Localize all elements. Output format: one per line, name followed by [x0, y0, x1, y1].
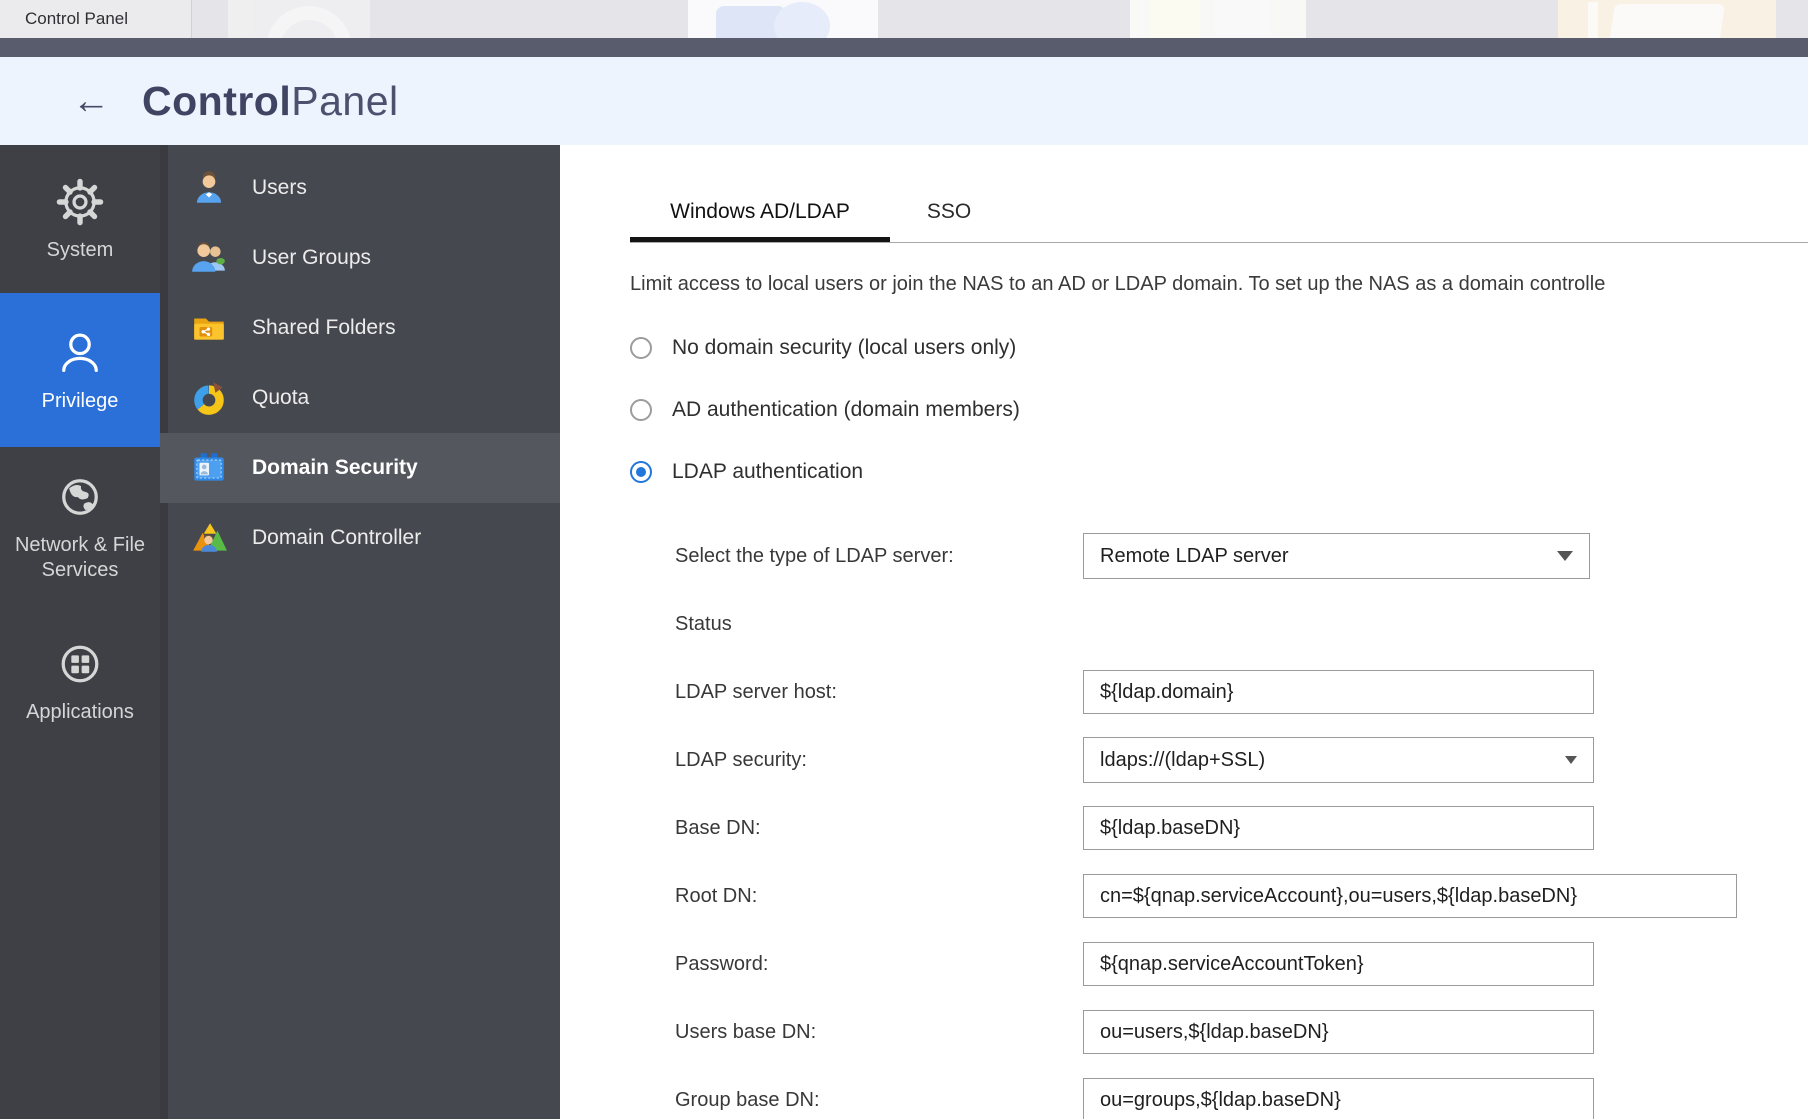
apps-circle-icon	[54, 638, 106, 690]
radio-ldap-authentication[interactable]: LDAP authentication	[630, 460, 1808, 484]
app-body: System Privilege	[0, 145, 1808, 1119]
quota-donut-icon	[190, 379, 228, 417]
domain-controller-icon	[190, 519, 228, 557]
form-row-ldap-host: LDAP server host:	[630, 658, 1808, 726]
radio-circle-icon[interactable]	[630, 337, 652, 359]
page-title: ControlPanel	[142, 78, 399, 125]
control-panel-window: Control Panel ← ControlPanel	[0, 0, 1808, 1119]
tab-windows-ad-ldap[interactable]: Windows AD/LDAP	[630, 186, 890, 242]
radio-circle-checked-icon[interactable]	[630, 461, 652, 483]
group-base-dn-input[interactable]	[1083, 1078, 1594, 1119]
ldap-type-select[interactable]: Remote LDAP server	[1083, 533, 1590, 579]
field-label: LDAP server host:	[630, 681, 1083, 704]
form-row-ldap-type: Select the type of LDAP server: Remote L…	[630, 522, 1808, 590]
form-row-group-base-dn: Group base DN:	[630, 1066, 1808, 1119]
selected-option: ldaps://(ldap+SSL)	[1100, 749, 1265, 772]
ldap-server-host-input[interactable]	[1083, 670, 1594, 714]
sidebar-item-network-file-services[interactable]: Network & File Services	[0, 447, 160, 607]
sidebar-item-users[interactable]: Users	[160, 153, 560, 223]
form-row-password: Password:	[630, 930, 1808, 998]
radio-label: LDAP authentication	[672, 460, 863, 484]
form-row-base-dn: Base DN:	[630, 794, 1808, 862]
sidebar-item-label: Network & File Services	[0, 533, 160, 583]
desktop-icon-ghost-light	[1130, 0, 1306, 38]
sidebar-item-label: Privilege	[42, 389, 119, 414]
id-badge-icon	[190, 449, 228, 487]
field-label: Group base DN:	[630, 1089, 1083, 1112]
back-arrow-icon[interactable]: ←	[72, 82, 110, 120]
field-label: Password:	[630, 953, 1083, 976]
tab-label: SSO	[927, 200, 971, 224]
sidebar-item-system[interactable]: System	[0, 145, 160, 293]
password-input[interactable]	[1083, 942, 1594, 986]
field-label: LDAP security:	[630, 749, 1083, 772]
sidebar-item-domain-controller[interactable]: Domain Controller	[160, 503, 560, 573]
desktop-icon-ghost-docs	[688, 0, 878, 38]
radio-no-domain-security[interactable]: No domain security (local users only)	[630, 336, 1808, 360]
sidebar-secondary: Users User Groups	[160, 145, 560, 1119]
radio-label: No domain security (local users only)	[672, 336, 1016, 360]
sidebar-item-label: Shared Folders	[252, 316, 396, 340]
taskbar-tab-control-panel[interactable]: Control Panel	[0, 0, 192, 38]
base-dn-input[interactable]	[1083, 806, 1594, 850]
radio-ad-authentication[interactable]: AD authentication (domain members)	[630, 398, 1808, 422]
form-row-ldap-security: LDAP security: ldaps://(ldap+SSL)	[630, 726, 1808, 794]
sidebar-item-shared-folders[interactable]: Shared Folders	[160, 293, 560, 363]
sidebar-item-label: Users	[252, 176, 307, 200]
user-groups-icon	[190, 239, 228, 277]
tab-bar: Windows AD/LDAP SSO	[630, 145, 1808, 243]
tab-sso[interactable]: SSO	[890, 186, 1008, 242]
desktop-strip: Control Panel	[0, 0, 1808, 38]
form-row-root-dn: Root DN:	[630, 862, 1808, 930]
ldap-security-select[interactable]: ldaps://(ldap+SSL)	[1083, 737, 1594, 783]
page-title-bold: Control	[142, 78, 291, 124]
domain-security-options: No domain security (local users only) AD…	[630, 336, 1808, 484]
sidebar-item-label: Applications	[26, 700, 134, 725]
gear-icon	[54, 176, 106, 228]
sidebar-item-privilege[interactable]: Privilege	[0, 293, 160, 447]
desktop-icon-ghost-gear	[228, 0, 370, 38]
page-description: Limit access to local users or join the …	[630, 273, 1808, 296]
app-header: ← ControlPanel	[0, 57, 1808, 145]
sidebar-primary: System Privilege	[0, 145, 160, 1119]
taskbar-tab-label: Control Panel	[25, 9, 128, 29]
sidebar-item-label: User Groups	[252, 246, 371, 270]
radio-label: AD authentication (domain members)	[672, 398, 1020, 422]
person-icon	[54, 327, 106, 379]
sidebar-item-applications[interactable]: Applications	[0, 607, 160, 755]
sidebar-item-user-groups[interactable]: User Groups	[160, 223, 560, 293]
form-row-status: Status	[630, 590, 1808, 658]
root-dn-input[interactable]	[1083, 874, 1737, 918]
field-label: Base DN:	[630, 817, 1083, 840]
chevron-down-icon	[1557, 551, 1573, 561]
radio-circle-icon[interactable]	[630, 399, 652, 421]
globe-icon	[54, 471, 106, 523]
ldap-settings-form: Select the type of LDAP server: Remote L…	[630, 522, 1808, 1119]
desktop-icon-ghost-folder	[1558, 0, 1776, 38]
users-base-dn-input[interactable]	[1083, 1010, 1594, 1054]
form-row-users-base-dn: Users base DN:	[630, 998, 1808, 1066]
shared-folder-icon	[190, 309, 228, 347]
sidebar-item-label: Quota	[252, 386, 309, 410]
page-title-light: Panel	[291, 78, 398, 124]
window-topbar	[0, 38, 1808, 57]
field-label: Users base DN:	[630, 1021, 1083, 1044]
field-label: Root DN:	[630, 885, 1083, 908]
status-label: Status	[630, 613, 1083, 636]
field-label: Select the type of LDAP server:	[630, 545, 1083, 568]
main-content: Windows AD/LDAP SSO Limit access to loca…	[560, 145, 1808, 1119]
user-icon	[190, 169, 228, 207]
sidebar-item-label: Domain Security	[252, 456, 418, 480]
sidebar-item-domain-security[interactable]: Domain Security	[160, 433, 560, 503]
tab-label: Windows AD/LDAP	[670, 200, 850, 224]
sidebar-item-label: Domain Controller	[252, 526, 421, 550]
sidebar-item-label: System	[47, 238, 114, 263]
sidebar-item-quota[interactable]: Quota	[160, 363, 560, 433]
chevron-down-icon	[1565, 756, 1577, 764]
selected-option: Remote LDAP server	[1100, 545, 1289, 568]
